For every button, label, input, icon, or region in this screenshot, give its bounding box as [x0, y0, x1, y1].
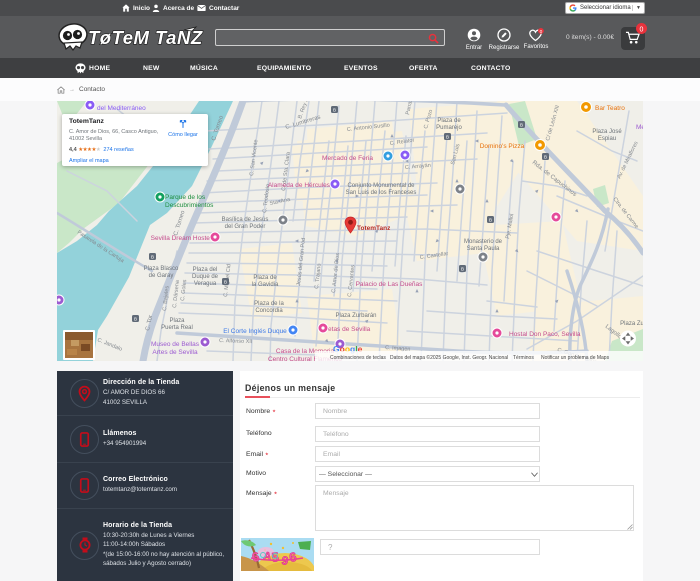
svg-text:Parque de los: Parque de los: [165, 194, 206, 201]
svg-text:Datos del mapa ©2025 Google, I: Datos del mapa ©2025 Google, Inst. Geogr…: [390, 354, 508, 361]
svg-text:Plaza de la: Plaza de la: [254, 301, 284, 307]
svg-text:Monasterio de: Monasterio de: [464, 239, 503, 245]
svg-text:Combinaciones de teclas: Combinaciones de teclas: [330, 355, 386, 361]
svg-text:Plaza de: Plaza de: [437, 118, 461, 124]
svg-text:Notificar un problema de Maps: Notificar un problema de Maps: [541, 355, 610, 361]
svg-text:0: 0: [540, 29, 543, 35]
svg-text:la Gavidia: la Gavidia: [252, 282, 279, 288]
svg-text:Espiau: Espiau: [598, 136, 616, 142]
svg-text:B: B: [489, 218, 492, 223]
svg-text:B: B: [333, 108, 336, 113]
svg-text:Mercado d: Mercado d: [636, 124, 643, 131]
svg-text:El Corte Inglés Duque: El Corte Inglés Duque: [223, 328, 287, 335]
svg-text:Bar Teatro: Bar Teatro: [595, 105, 625, 112]
svg-text:Domino's Pizza: Domino's Pizza: [480, 143, 525, 150]
svg-text:Puerta Real: Puerta Real: [161, 325, 193, 331]
svg-text:B: B: [151, 255, 154, 260]
svg-text:Mercado de Feria: Mercado de Feria: [322, 155, 373, 162]
svg-text:Plaza Zu: Plaza Zu: [620, 321, 643, 327]
svg-text:Alameda de Hércules: Alameda de Hércules: [268, 182, 331, 189]
svg-text:Santa Paula: Santa Paula: [467, 246, 500, 252]
svg-text:0: 0: [640, 27, 644, 34]
svg-text:Conjunto Monumental de: Conjunto Monumental de: [347, 183, 415, 189]
svg-text:Setas de Sevilla: Setas de Sevilla: [324, 326, 371, 333]
svg-text:Plaza José: Plaza José: [592, 129, 622, 135]
svg-text:C. Alfonso XII: C. Alfonso XII: [219, 338, 253, 345]
svg-text:Veragua: Veragua: [194, 281, 217, 287]
svg-text:B: B: [446, 135, 449, 140]
svg-text:Descubrimientos: Descubrimientos: [165, 202, 214, 209]
svg-text:B: B: [224, 280, 227, 285]
svg-text:de Garay: de Garay: [149, 273, 174, 279]
svg-text:B: B: [134, 317, 137, 322]
svg-text:Términos: Términos: [513, 355, 534, 361]
svg-text:Artes de Sevilla: Artes de Sevilla: [152, 349, 198, 356]
svg-text:Sevilla Dream Hostel: Sevilla Dream Hostel: [151, 235, 212, 242]
svg-text:Concordia: Concordia: [255, 308, 283, 314]
svg-text:del Gran Poder: del Gran Poder: [225, 224, 266, 230]
svg-text:del Mediterráneo: del Mediterráneo: [97, 105, 146, 112]
svg-text:Duque de: Duque de: [192, 274, 219, 280]
svg-text:Hostal Don Paco, Sevilla: Hostal Don Paco, Sevilla: [509, 331, 581, 338]
svg-text:B: B: [544, 155, 547, 160]
svg-text:Plaza Blasco: Plaza Blasco: [144, 266, 179, 272]
svg-text:B: B: [520, 123, 523, 128]
svg-text:Pumarejo: Pumarejo: [436, 125, 462, 131]
svg-text:Basílica de Jesús: Basílica de Jesús: [222, 217, 269, 223]
svg-text:Plaza Zurbarán: Plaza Zurbarán: [335, 313, 376, 319]
svg-text:Plaza del: Plaza del: [193, 267, 218, 273]
svg-text:Palacio de Las Dueñas: Palacio de Las Dueñas: [356, 281, 424, 288]
svg-text:TotemTanz: TotemTanz: [357, 225, 391, 232]
svg-text:Plaza de: Plaza de: [253, 275, 277, 281]
svg-text:Museo de Bellas: Museo de Bellas: [151, 341, 200, 348]
svg-text:Plaza: Plaza: [169, 318, 185, 324]
svg-text:B: B: [461, 267, 464, 272]
svg-text:San Luis de los Franceses: San Luis de los Franceses: [346, 190, 417, 196]
